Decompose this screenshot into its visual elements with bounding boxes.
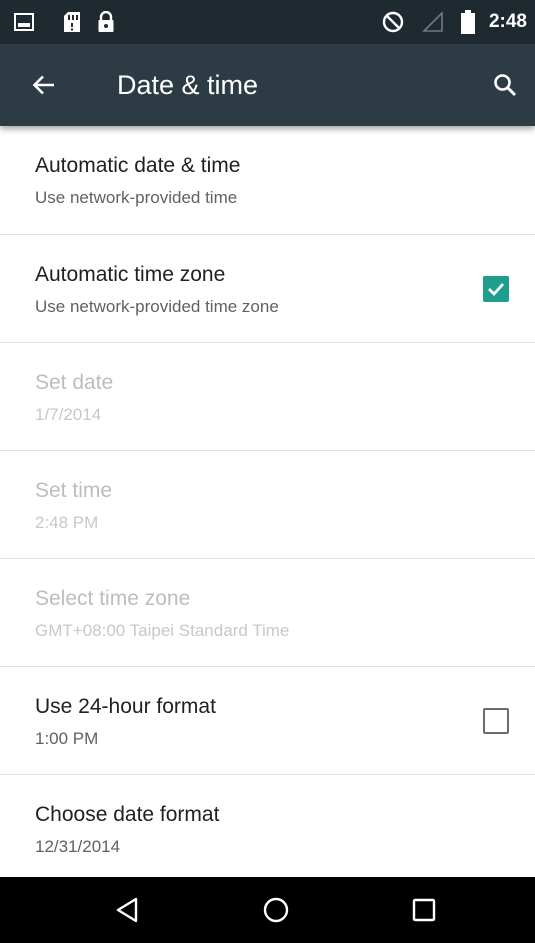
setting-set-time: Set time 2:48 PM [0, 451, 535, 559]
automatic-time-zone-checkbox[interactable] [483, 276, 509, 302]
status-bar: 2:48 [0, 0, 535, 44]
nav-home-icon[interactable] [236, 877, 316, 943]
signal-icon [420, 0, 446, 44]
setting-select-time-zone: Select time zone GMT+08:00 Taipei Standa… [0, 559, 535, 667]
setting-automatic-date-time[interactable]: Automatic date & time Use network-provid… [0, 126, 535, 235]
use-24-hour-format-checkbox[interactable] [483, 708, 509, 734]
setting-title: Set date [35, 371, 114, 394]
lock-icon [94, 0, 118, 44]
setting-summary: 1/7/2014 [35, 405, 102, 424]
setting-title: Set time [35, 479, 113, 502]
setting-summary: 2:48 PM [35, 513, 99, 532]
nav-recents-icon[interactable] [384, 877, 464, 943]
nav-back-icon[interactable] [88, 877, 168, 943]
check-icon [488, 283, 505, 297]
status-time: 2:48 [488, 11, 527, 32]
sd-card-icon [60, 0, 84, 44]
setting-title: Automatic date & time [35, 154, 241, 177]
setting-title: Choose date format [35, 803, 220, 826]
setting-choose-date-format[interactable]: Choose date format 12/31/2014 [0, 775, 535, 877]
search-icon[interactable] [483, 63, 527, 107]
battery-icon [458, 0, 478, 44]
setting-summary: 1:00 PM [35, 729, 99, 748]
setting-title: Automatic time zone [35, 263, 226, 286]
setting-title: Use 24-hour format [35, 695, 216, 718]
setting-summary: Use network-provided time [35, 188, 238, 207]
image-icon [12, 0, 36, 44]
navigation-bar [0, 877, 535, 943]
app-bar: Date & time [0, 44, 535, 126]
setting-set-date: Set date 1/7/2014 [0, 343, 535, 451]
setting-summary: 12/31/2014 [35, 837, 121, 856]
setting-summary: GMT+08:00 Taipei Standard Time [35, 621, 290, 640]
setting-title: Select time zone [35, 587, 191, 610]
page-title: Date & time [117, 69, 259, 100]
arrow-back-icon[interactable] [22, 63, 66, 107]
settings-list: Automatic date & time Use network-provid… [0, 126, 535, 877]
setting-automatic-time-zone[interactable]: Automatic time zone Use network-provided… [0, 235, 535, 343]
setting-use-24-hour-format[interactable]: Use 24-hour format 1:00 PM [0, 667, 535, 775]
setting-summary: Use network-provided time zone [35, 297, 279, 316]
do-not-disturb-icon [380, 0, 406, 44]
